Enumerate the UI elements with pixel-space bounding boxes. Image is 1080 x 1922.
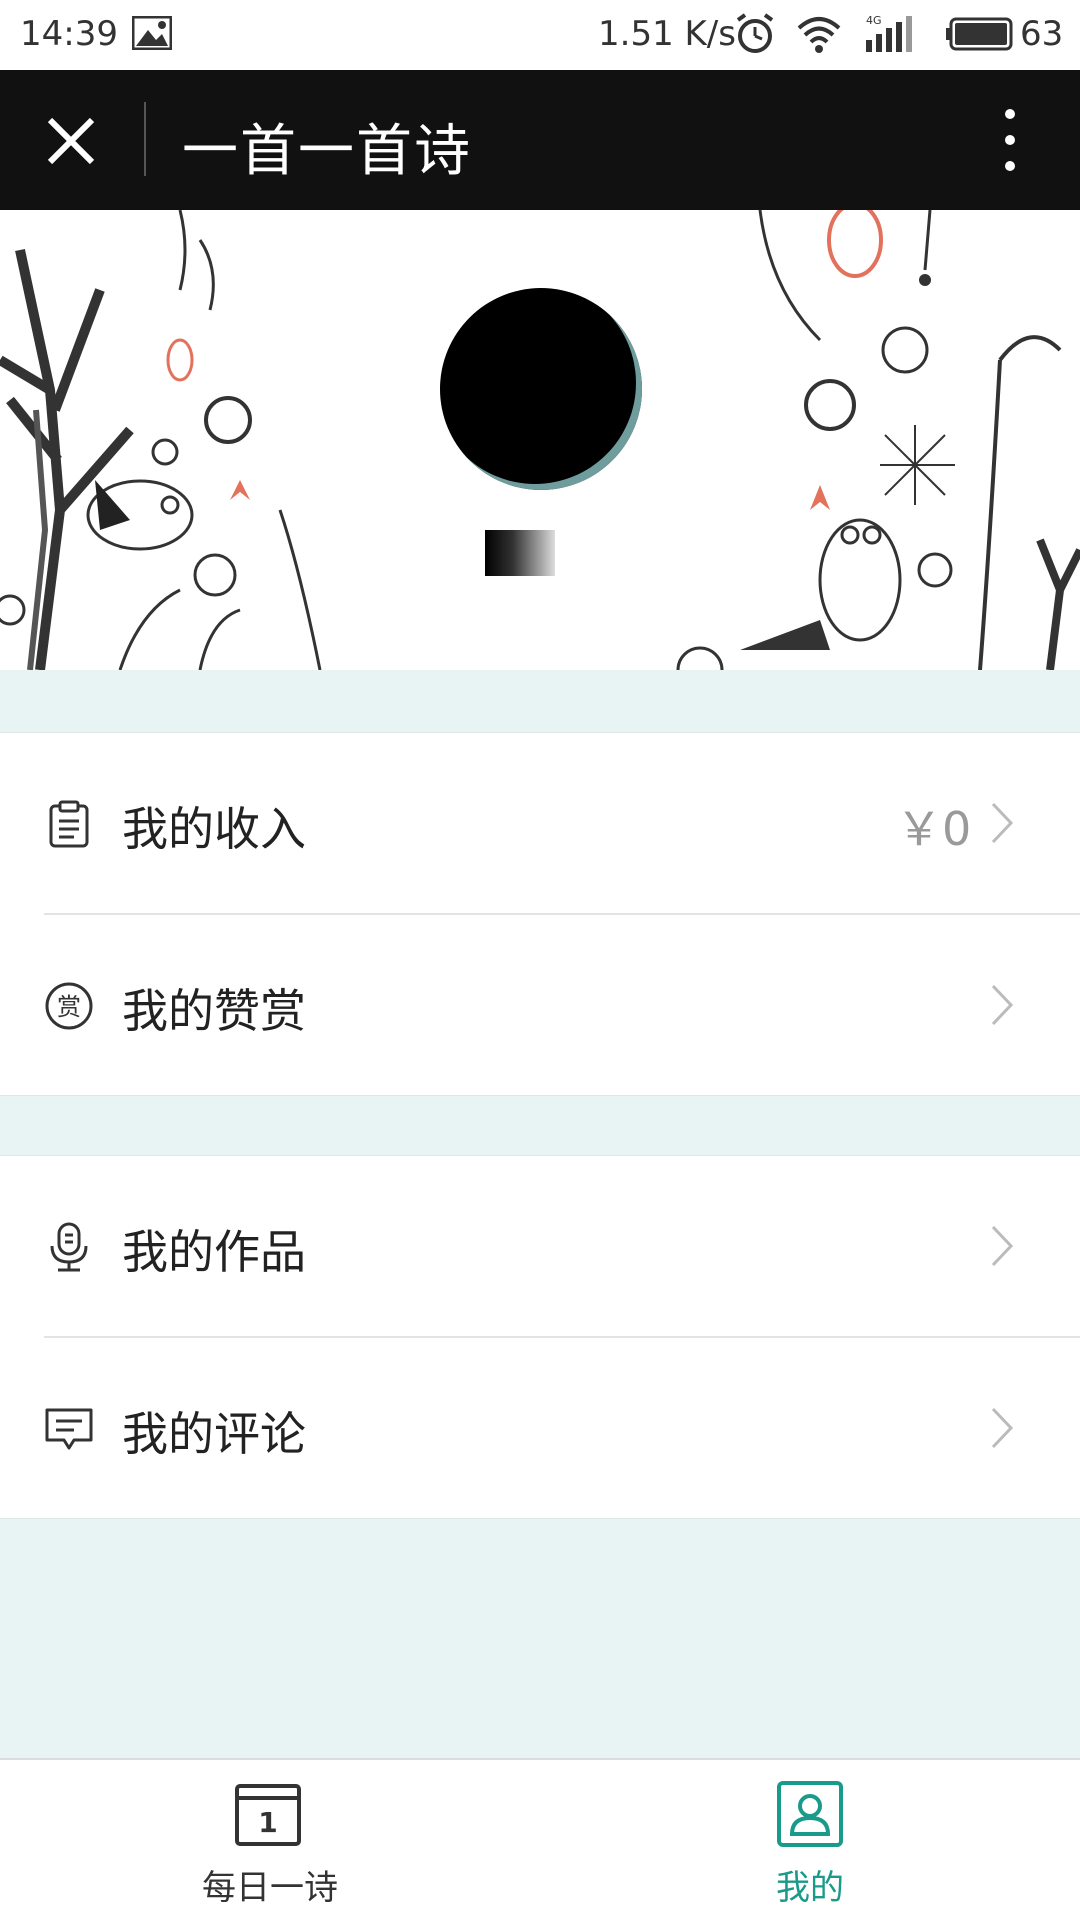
user-icon	[776, 1780, 844, 1848]
menu-item-income[interactable]: 我的收入 ￥0	[0, 733, 1080, 913]
tab-label: 我的	[776, 1868, 844, 1908]
menu-item-label: 我的赞赏	[122, 984, 306, 1038]
title-bar: 一首一首诗	[0, 70, 1080, 210]
avatar[interactable]	[440, 288, 642, 490]
status-time: 14:39	[20, 14, 118, 54]
menu-item-works[interactable]: 我的作品	[0, 1156, 1080, 1336]
microphone-icon	[44, 1222, 94, 1272]
network-speed: 1.51 K/s	[598, 14, 736, 54]
chevron-right-icon	[990, 1224, 1014, 1268]
battery-level: 63	[1020, 14, 1064, 54]
wifi-icon	[795, 12, 843, 65]
comment-icon	[44, 1404, 94, 1454]
calendar-day: 1	[258, 1806, 277, 1839]
more-options-icon[interactable]	[992, 104, 1028, 176]
calendar-icon: 1	[234, 1780, 302, 1848]
tab-mine[interactable]: 我的	[540, 1760, 1080, 1922]
cellular-signal-icon: 4G	[862, 12, 922, 65]
user-nickname	[485, 530, 555, 576]
profile-banner	[0, 210, 1080, 670]
clipboard-icon	[44, 799, 94, 849]
tab-daily-poem[interactable]: 1 每日一诗	[0, 1760, 540, 1922]
network-type: 4G	[866, 14, 882, 27]
chevron-right-icon	[990, 1406, 1014, 1450]
alarm-icon	[733, 12, 777, 65]
menu-item-label: 我的收入	[122, 802, 306, 856]
chevron-right-icon	[990, 801, 1014, 845]
close-icon[interactable]	[44, 114, 98, 168]
income-amount: ￥0	[896, 802, 972, 856]
menu-item-label: 我的作品	[122, 1225, 306, 1279]
image-notification-icon	[131, 15, 173, 59]
menu-group-earnings: 我的收入 ￥0 赏 我的赞赏	[0, 732, 1080, 1096]
chevron-right-icon	[990, 983, 1014, 1027]
menu-group-content: 我的作品 我的评论	[0, 1155, 1080, 1519]
status-bar: 14:39 1.51 K/s 4G 63	[0, 0, 1080, 70]
svg-text:赏: 赏	[57, 993, 81, 1021]
menu-item-rewards[interactable]: 赏 我的赞赏	[0, 915, 1080, 1095]
tab-label: 每日一诗	[202, 1868, 338, 1908]
reward-icon: 赏	[44, 981, 94, 1031]
page-title: 一首一首诗	[182, 119, 472, 184]
menu-item-comments[interactable]: 我的评论	[0, 1338, 1080, 1518]
battery-icon	[945, 16, 1015, 61]
menu-item-label: 我的评论	[122, 1407, 306, 1461]
bottom-tab-bar: 1 每日一诗 我的	[0, 1758, 1080, 1922]
title-divider	[144, 102, 146, 176]
